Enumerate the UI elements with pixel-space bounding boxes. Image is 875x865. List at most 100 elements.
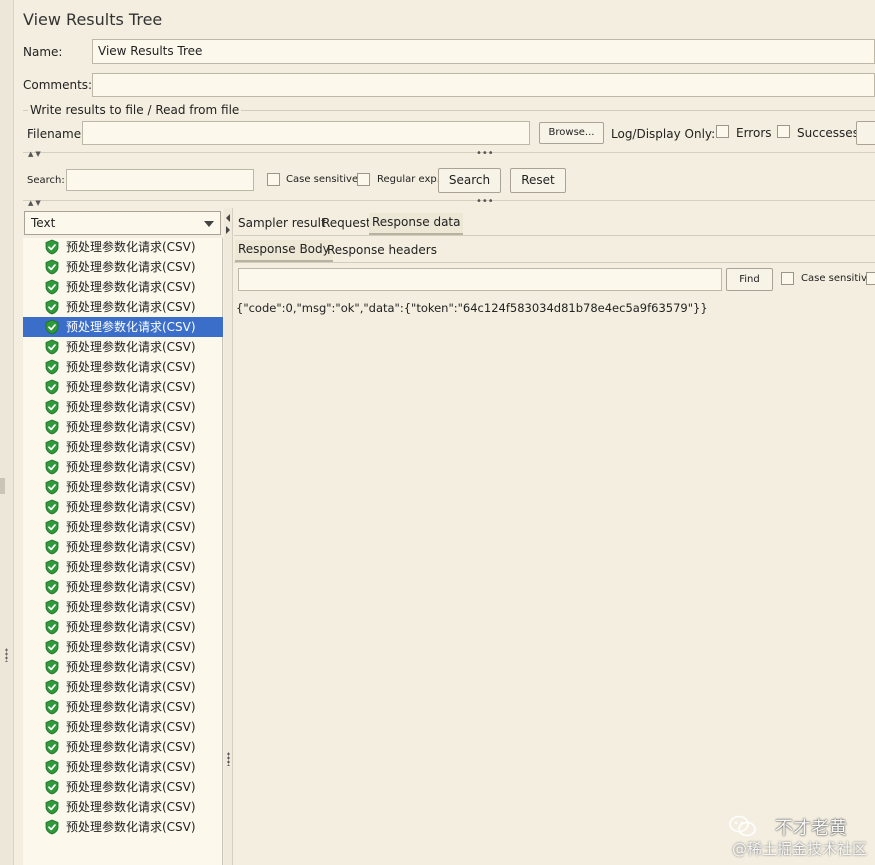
result-item-label: 预处理参数化请求(CSV)	[66, 240, 196, 254]
search-case-label: Case sensitive	[286, 174, 359, 185]
collapse-left-icon[interactable]	[226, 214, 230, 222]
name-field[interactable]: View Results Tree	[92, 39, 875, 64]
result-item[interactable]: 预处理参数化请求(CSV)	[23, 377, 223, 397]
result-item[interactable]: 预处理参数化请求(CSV)	[23, 477, 223, 497]
result-item[interactable]: 预处理参数化请求(CSV)	[23, 717, 223, 737]
result-item[interactable]: 预处理参数化请求(CSV)	[23, 337, 223, 357]
splitter-bar-bottom[interactable]	[23, 200, 875, 207]
result-item-label: 预处理参数化请求(CSV)	[66, 600, 196, 614]
filename-field[interactable]	[82, 121, 530, 145]
success-shield-icon	[45, 699, 59, 715]
result-item-label: 预处理参数化请求(CSV)	[66, 480, 196, 494]
success-shield-icon	[45, 639, 59, 655]
success-shield-icon	[45, 599, 59, 615]
result-item[interactable]: 预处理参数化请求(CSV)	[23, 277, 223, 297]
result-item[interactable]: 预处理参数化请求(CSV)	[23, 597, 223, 617]
result-item[interactable]: 预处理参数化请求(CSV)	[23, 357, 223, 377]
result-item-label: 预处理参数化请求(CSV)	[66, 300, 196, 314]
tab-sampler-result[interactable]: Sampler result	[238, 216, 326, 230]
search-input[interactable]	[66, 169, 254, 191]
success-shield-icon	[45, 819, 59, 835]
collapse-arrows-icon[interactable]: ▲▼	[28, 150, 43, 158]
success-shield-icon	[45, 419, 59, 435]
renderer-select[interactable]: Text	[24, 211, 221, 235]
results-tree[interactable]: 预处理参数化请求(CSV) 预处理参数化请求(CSV) 预处理参数化请求(CSV) 预…	[23, 238, 223, 865]
collapse-right-icon[interactable]	[226, 226, 230, 234]
browse-button[interactable]: Browse...	[539, 122, 604, 144]
watermark-author: 不才老黄	[775, 818, 847, 839]
result-item-label: 预处理参数化请求(CSV)	[66, 760, 196, 774]
result-item[interactable]: 预处理参数化请求(CSV)	[23, 417, 223, 437]
response-body-text[interactable]: {"code":0,"msg":"ok","data":{"token":"64…	[236, 301, 708, 315]
result-item[interactable]: 预处理参数化请求(CSV)	[23, 577, 223, 597]
success-shield-icon	[45, 759, 59, 775]
result-item[interactable]: 预处理参数化请求(CSV)	[23, 737, 223, 757]
renderer-selected: Text	[31, 216, 56, 230]
success-shield-icon	[45, 679, 59, 695]
result-item[interactable]: 预处理参数化请求(CSV)	[23, 317, 223, 337]
successes-label: Successes	[797, 126, 859, 140]
success-shield-icon	[45, 279, 59, 295]
result-item[interactable]: 预处理参数化请求(CSV)	[23, 817, 223, 837]
result-item-label: 预处理参数化请求(CSV)	[66, 440, 196, 454]
result-item[interactable]: 预处理参数化请求(CSV)	[23, 637, 223, 657]
result-item[interactable]: 预处理参数化请求(CSV)	[23, 557, 223, 577]
result-item[interactable]: 预处理参数化请求(CSV)	[23, 437, 223, 457]
reset-button[interactable]: Reset	[510, 168, 566, 193]
result-item[interactable]: 预处理参数化请求(CSV)	[23, 237, 223, 257]
left-splitter[interactable]	[0, 0, 14, 865]
result-item-label: 预处理参数化请求(CSV)	[66, 680, 196, 694]
result-item[interactable]: 预处理参数化请求(CSV)	[23, 797, 223, 817]
tab-request[interactable]: Request	[322, 216, 371, 230]
result-item-label: 预处理参数化请求(CSV)	[66, 460, 196, 474]
result-item-label: 预处理参数化请求(CSV)	[66, 560, 196, 574]
splitter-dots-icon: •••	[476, 196, 494, 207]
result-item[interactable]: 预处理参数化请求(CSV)	[23, 757, 223, 777]
panel-title: View Results Tree	[23, 10, 163, 29]
grip-icon	[227, 752, 230, 766]
tab-response-data[interactable]: Response data	[369, 213, 464, 235]
splitter-bar-top[interactable]	[23, 152, 875, 159]
result-item[interactable]: 预处理参数化请求(CSV)	[23, 617, 223, 637]
result-item[interactable]: 预处理参数化请求(CSV)	[23, 537, 223, 557]
splitter-notch	[0, 478, 5, 494]
result-item[interactable]: 预处理参数化请求(CSV)	[23, 257, 223, 277]
result-item[interactable]: 预处理参数化请求(CSV)	[23, 777, 223, 797]
result-item[interactable]: 预处理参数化请求(CSV)	[23, 497, 223, 517]
find-input[interactable]	[238, 268, 722, 291]
result-item-label: 预处理参数化请求(CSV)	[66, 260, 196, 274]
find-button[interactable]: Find	[726, 268, 773, 291]
result-item-label: 预处理参数化请求(CSV)	[66, 320, 196, 334]
configure-button[interactable]	[856, 121, 875, 145]
result-item-label: 预处理参数化请求(CSV)	[66, 500, 196, 514]
vertical-splitter[interactable]	[224, 208, 233, 865]
result-item[interactable]: 预处理参数化请求(CSV)	[23, 457, 223, 477]
splitter-dots-icon: •••	[476, 148, 494, 159]
success-shield-icon	[45, 579, 59, 595]
find-case-checkbox[interactable]	[781, 272, 794, 285]
successes-checkbox[interactable]	[777, 125, 790, 138]
tab-response-headers[interactable]: Response headers	[327, 243, 437, 257]
regex-checkbox[interactable]	[357, 173, 370, 186]
comments-label: Comments:	[23, 78, 93, 92]
result-item[interactable]: 预处理参数化请求(CSV)	[23, 657, 223, 677]
result-item[interactable]: 预处理参数化请求(CSV)	[23, 297, 223, 317]
result-item[interactable]: 预处理参数化请求(CSV)	[23, 697, 223, 717]
find-regex-checkbox[interactable]	[866, 272, 875, 285]
success-shield-icon	[45, 719, 59, 735]
result-item[interactable]: 预处理参数化请求(CSV)	[23, 517, 223, 537]
errors-checkbox[interactable]	[716, 125, 729, 138]
regex-label: Regular exp.	[377, 174, 440, 185]
search-button[interactable]: Search	[438, 168, 501, 193]
result-item-label: 预处理参数化请求(CSV)	[66, 640, 196, 654]
result-item[interactable]: 预处理参数化请求(CSV)	[23, 397, 223, 417]
tab-response-body[interactable]: Response Body	[235, 240, 333, 262]
success-shield-icon	[45, 779, 59, 795]
watermark-site: @稀土掘金技术社区	[731, 840, 867, 858]
result-item[interactable]: 预处理参数化请求(CSV)	[23, 677, 223, 697]
search-case-checkbox[interactable]	[267, 173, 280, 186]
collapse-arrows-icon[interactable]: ▲▼	[28, 199, 43, 207]
result-item-label: 预处理参数化请求(CSV)	[66, 520, 196, 534]
comments-field[interactable]	[92, 73, 875, 97]
success-shield-icon	[45, 339, 59, 355]
